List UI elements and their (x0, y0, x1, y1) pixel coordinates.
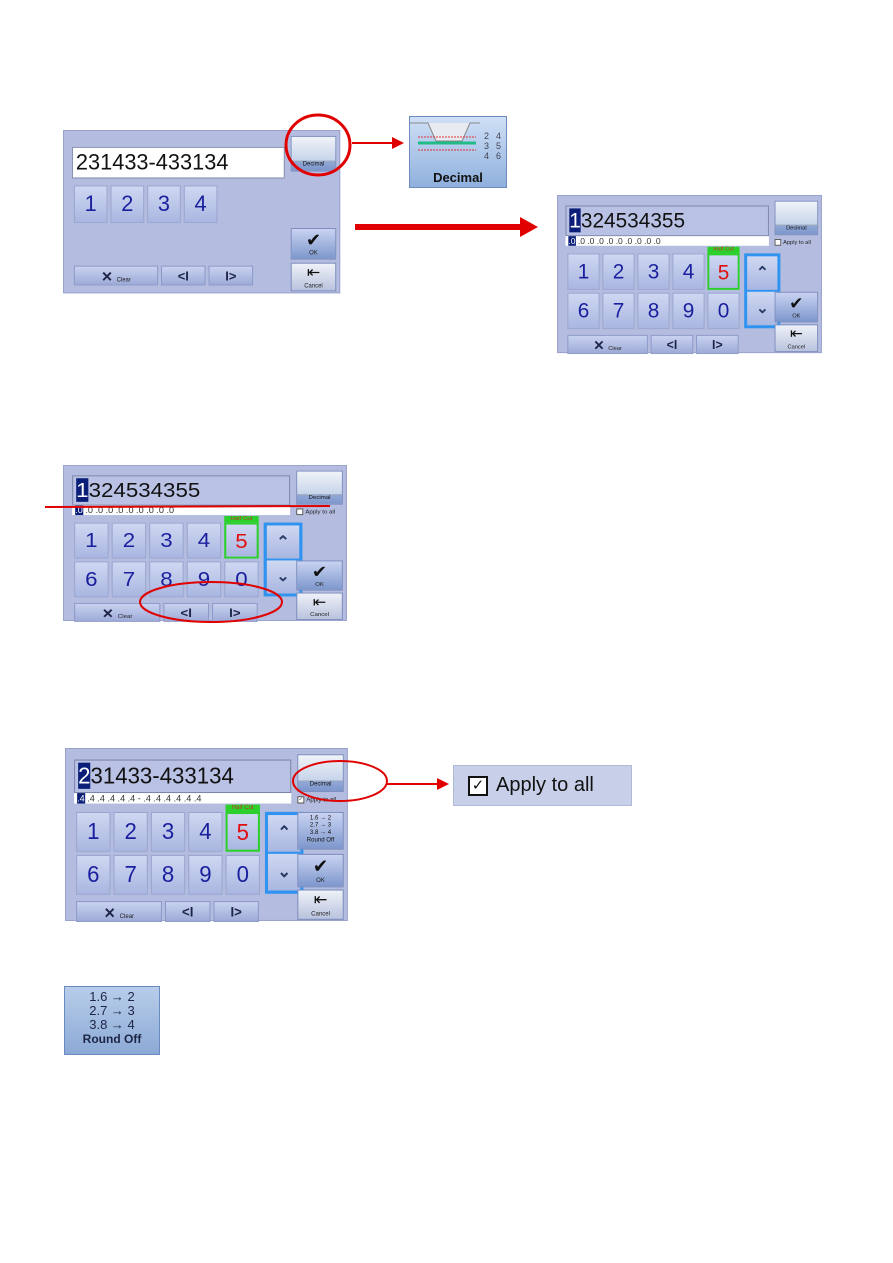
highlight-line (44, 505, 331, 508)
highlight-ellipse (284, 113, 352, 177)
highlight-ellipse (139, 581, 283, 623)
highlight-ellipse (292, 760, 388, 802)
arrowhead (520, 217, 538, 237)
document-page: 231433-433134 1 2 3 4 ✕ Clear <I I> Decimal ✔ OK ⇤ C… (0, 0, 893, 1263)
annotation-layer (44, 113, 538, 802)
